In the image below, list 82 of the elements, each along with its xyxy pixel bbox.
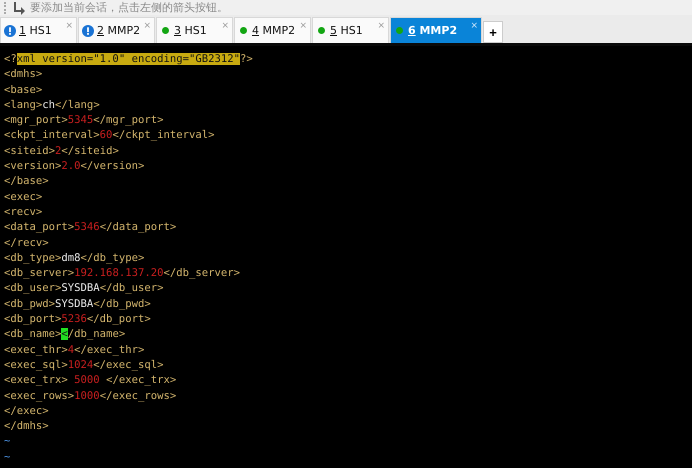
new-tab-button[interactable]: +	[483, 21, 503, 43]
xml-value: 5000	[73, 374, 101, 386]
empty-line-marker: ~	[4, 435, 10, 448]
xml-value: 5236	[61, 313, 87, 326]
xml-tag: <recv>	[4, 206, 42, 218]
xml-tag: <db_user>	[4, 282, 62, 294]
xml-tag: <db_type>	[4, 252, 62, 264]
xml-tag: <siteid>	[4, 144, 56, 157]
xml-tag: <ckpt_interval>	[4, 129, 100, 142]
tab-label: 5 HS1	[330, 24, 363, 37]
xml-tag: </version>	[80, 160, 144, 172]
xml-tag: <db_server>	[4, 267, 74, 280]
xml-tag: <dmhs>	[4, 68, 42, 80]
xml-tag: </lang>	[55, 98, 100, 111]
xml-value: 2	[55, 144, 62, 157]
xml-tag: </exec_sql>	[93, 358, 164, 371]
xml-value: 60	[100, 129, 112, 142]
xml-tag: </data_port>	[100, 221, 176, 234]
session-tab[interactable]: 3 HS1 ×	[156, 17, 233, 43]
tab-label: 3 HS1	[174, 24, 207, 37]
xml-tag: <db_name>	[4, 328, 62, 340]
xml-tag: </exec_thr>	[74, 344, 144, 356]
session-tab[interactable]: 5 HS1 ×	[312, 17, 389, 43]
xml-value: 1024	[68, 358, 94, 371]
xml-tag: </db_port>	[86, 313, 151, 326]
toolbar-hint: 要添加当前会话，点击左侧的箭头按钮。	[30, 0, 228, 15]
xml-value: 2.0	[61, 160, 81, 172]
xml-value: 4	[68, 344, 74, 356]
arrow-icon[interactable]	[12, 0, 26, 14]
tab-label: 2 MMP2	[97, 24, 140, 37]
xml-tag: <lang>	[4, 98, 42, 111]
xml-tag: </exec_trx>	[106, 374, 176, 386]
xml-text: SYSDBA	[61, 282, 100, 294]
xml-tag: <exec_sql>	[4, 358, 68, 371]
xml-tag: </dmhs>	[4, 420, 49, 432]
tab-label: 1 HS1	[19, 24, 52, 37]
session-tab[interactable]: 1 HS1 ×	[0, 17, 77, 43]
close-button[interactable]: ×	[143, 21, 151, 31]
xml-tag: <exec_rows>	[4, 390, 74, 402]
close-button[interactable]: ×	[299, 21, 307, 31]
xml-value: 192.168.137.20	[74, 267, 164, 280]
xml-text: SYSDBA	[55, 298, 94, 310]
xml-tag: <?	[4, 53, 17, 65]
xml-tag: </exec>	[4, 404, 49, 417]
xml-tag: </ckpt_interval>	[112, 129, 214, 142]
close-button[interactable]: ×	[65, 21, 73, 31]
close-button[interactable]: ×	[221, 21, 229, 31]
close-button[interactable]: ×	[377, 21, 385, 31]
xml-tag: </base>	[4, 175, 49, 188]
session-tab[interactable]: 4 MMP2 ×	[234, 17, 311, 43]
xml-tag: </siteid>	[61, 144, 119, 157]
close-button[interactable]: ×	[470, 21, 478, 31]
xml-text: dm8	[61, 252, 81, 264]
xml-tag: </db_pwd>	[93, 298, 151, 310]
xml-text: ch	[42, 98, 56, 111]
empty-line-marker: ~	[4, 450, 10, 463]
xml-tag: </db_type>	[80, 252, 144, 264]
search-highlight: xml version="1.0" encoding="GB2312"	[16, 53, 240, 65]
xml-tag: <data_port>	[4, 221, 74, 234]
xml-tag: </recv>	[4, 236, 49, 249]
xml-tag: <exec_trx>	[4, 374, 68, 386]
tab-label: 6 MMP2	[408, 24, 458, 37]
text-cursor: <	[61, 328, 68, 340]
xml-value: 1000	[74, 390, 100, 402]
session-tab[interactable]: 6 MMP2 ×	[390, 17, 482, 43]
xml-tag: </db_user>	[100, 282, 164, 294]
xml-tag: <mgr_port>	[4, 114, 68, 126]
xml-tag: <exec_thr>	[4, 344, 68, 356]
xml-tag: <base>	[4, 84, 42, 96]
xml-tag: <version>	[4, 160, 62, 172]
xml-tag: </mgr_port>	[93, 114, 164, 126]
xml-tag: </exec_rows>	[100, 390, 176, 402]
xml-tag: <exec>	[4, 190, 42, 203]
xml-tag: ?>	[240, 53, 253, 65]
xml-tag: <db_port>	[4, 313, 62, 326]
tab-label: 4 MMP2	[252, 24, 296, 37]
xml-tag: /db_name>	[68, 328, 126, 340]
xml-tag: </db_server>	[163, 267, 240, 280]
session-tab[interactable]: 2 MMP2 ×	[78, 17, 155, 43]
xml-value: 5346	[74, 221, 100, 234]
xml-tag: <db_pwd>	[4, 298, 56, 310]
xml-value: 5345	[68, 114, 94, 126]
